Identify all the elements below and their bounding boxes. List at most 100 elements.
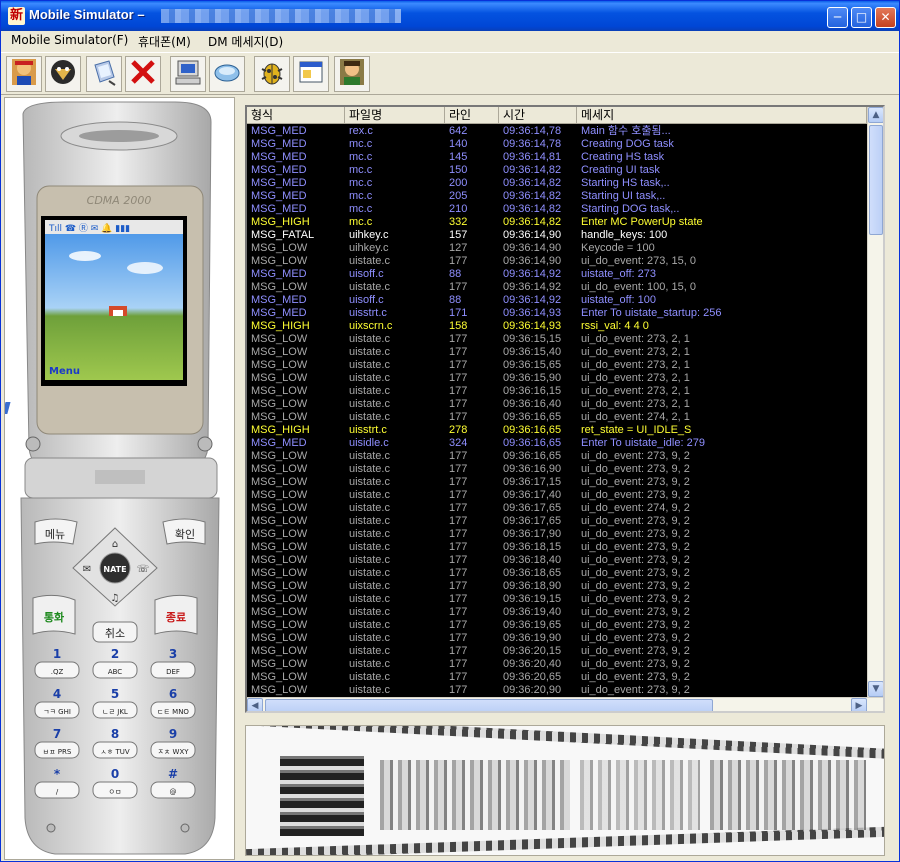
- scroll-left-icon[interactable]: ◀: [247, 698, 263, 711]
- column-type[interactable]: 형식: [247, 107, 345, 124]
- log-row[interactable]: MSG_MED uisstrt.c 171 09:36:14,93 Enter To u…: [247, 307, 867, 320]
- ok-key[interactable]: 확인: [162, 518, 206, 545]
- bug-icon[interactable]: [254, 56, 290, 92]
- computer-icon[interactable]: [170, 56, 206, 92]
- log-row[interactable]: MSG_LOW uistate.c 177 09:36:19,90 ui_do_even…: [247, 632, 867, 645]
- scroll-right-icon[interactable]: ▶: [851, 698, 867, 711]
- log-row[interactable]: MSG_HIGH mc.c 332 09:36:14,82 Enter MC Power…: [247, 216, 867, 229]
- log-row[interactable]: MSG_LOW uistate.c 177 09:36:16,65 ui_do_even…: [247, 450, 867, 463]
- log-row[interactable]: MSG_LOW uistate.c 177 09:36:18,65 ui_do_even…: [247, 567, 867, 580]
- keypad-letters: ㄷㅌ MNO: [157, 708, 189, 716]
- log-type: MSG_MED: [251, 125, 307, 137]
- log-row[interactable]: MSG_LOW uistate.c 177 09:36:17,40 ui_do_even…: [247, 489, 867, 502]
- log-row[interactable]: MSG_LOW uistate.c 177 09:36:18,15 ui_do_even…: [247, 541, 867, 554]
- close-button[interactable]: ✕: [875, 7, 896, 28]
- menu-key[interactable]: 메뉴: [34, 518, 78, 545]
- log-row[interactable]: MSG_LOW uistate.c 177 09:36:17,90 ui_do_even…: [247, 528, 867, 541]
- end-key[interactable]: 종료: [154, 594, 198, 635]
- disk-icon[interactable]: [209, 56, 245, 92]
- log-row[interactable]: MSG_LOW uistate.c 177 09:36:16,40 ui_do_even…: [247, 398, 867, 411]
- log-message: ui_do_event: 273, 9, 2: [581, 554, 690, 566]
- phone-screen[interactable]: [45, 220, 183, 380]
- log-message: Starting UI task,..: [581, 190, 666, 202]
- log-row[interactable]: MSG_LOW uistate.c 177 09:36:14,90 ui_do_even…: [247, 255, 867, 268]
- character-icon[interactable]: [334, 56, 370, 92]
- menu-phone[interactable]: 휴대폰(M): [138, 33, 191, 50]
- log-row[interactable]: MSG_LOW uistate.c 177 09:36:20,40 ui_do_even…: [247, 658, 867, 671]
- log-row[interactable]: MSG_LOW uistate.c 177 09:36:19,15 ui_do_even…: [247, 593, 867, 606]
- clear-key[interactable]: 취소: [92, 621, 138, 643]
- column-line[interactable]: 라인: [445, 107, 499, 124]
- nate-key[interactable]: NATE: [99, 552, 131, 584]
- log-row[interactable]: MSG_LOW uistate.c 177 09:36:20,90 ui_do_even…: [247, 684, 867, 697]
- log-type: MSG_HIGH: [251, 216, 310, 228]
- log-row[interactable]: MSG_LOW uistate.c 177 09:36:18,40 ui_do_even…: [247, 554, 867, 567]
- log-row[interactable]: MSG_LOW uistate.c 177 09:36:20,15 ui_do_even…: [247, 645, 867, 658]
- scroll-down-icon[interactable]: ▼: [868, 681, 883, 697]
- log-row[interactable]: MSG_MED uisidle.c 324 09:36:16,65 Enter To u…: [247, 437, 867, 450]
- log-message: Starting DOG task,..: [581, 203, 680, 215]
- log-file: uistate.c: [349, 333, 390, 345]
- log-row[interactable]: MSG_LOW uistate.c 177 09:36:17,65 ui_do_even…: [247, 515, 867, 528]
- log-file: uistate.c: [349, 359, 390, 371]
- scroll-up-icon[interactable]: ▲: [868, 107, 883, 123]
- log-row[interactable]: MSG_MED mc.c 150 09:36:14,82 Creating UI tas…: [247, 164, 867, 177]
- log-row[interactable]: MSG_LOW uihkey.c 127 09:36:14,90 Keycode = 1…: [247, 242, 867, 255]
- horizontal-scrollbar[interactable]: ◀ ▶: [247, 697, 883, 711]
- log-row[interactable]: MSG_LOW uistate.c 177 09:36:15,90 ui_do_even…: [247, 372, 867, 385]
- log-row[interactable]: MSG_MED uisoff.c 88 09:36:14,92 uistate_off:…: [247, 268, 867, 281]
- vertical-scrollbar[interactable]: ▲ ▼: [867, 107, 883, 697]
- log-type: MSG_LOW: [251, 593, 308, 605]
- log-row[interactable]: MSG_LOW uistate.c 177 09:36:15,65 ui_do_even…: [247, 359, 867, 372]
- menu-dm-message[interactable]: DM 메세지(D): [208, 33, 283, 50]
- vertical-scroll-thumb[interactable]: [869, 125, 883, 235]
- log-line: 177: [449, 606, 468, 618]
- log-file: uistate.c: [349, 541, 390, 553]
- status-icons: Tıll ☎ Ⓡ ✉ 🔔 ▮▮▮: [48, 223, 130, 234]
- title-bar[interactable]: 新 Mobile Simulator – ─ □ ✕: [1, 1, 899, 31]
- log-row[interactable]: MSG_LOW uistate.c 177 09:36:18,90 ui_do_even…: [247, 580, 867, 593]
- log-row[interactable]: MSG_LOW uistate.c 177 09:36:19,40 ui_do_even…: [247, 606, 867, 619]
- log-row[interactable]: MSG_HIGH uisstrt.c 278 09:36:16,65 ret_state…: [247, 424, 867, 437]
- log-file: uistate.c: [349, 619, 390, 631]
- log-file: uihkey.c: [349, 242, 389, 254]
- log-row[interactable]: MSG_MED mc.c 205 09:36:14,82 Starting UI tas…: [247, 190, 867, 203]
- log-type: MSG_LOW: [251, 619, 308, 631]
- log-row[interactable]: MSG_MED mc.c 145 09:36:14,81 Creating HS tas…: [247, 151, 867, 164]
- log-row[interactable]: MSG_FATAL uihkey.c 157 09:36:14,90 handle_ke…: [247, 229, 867, 242]
- send-key[interactable]: 통화: [32, 594, 76, 635]
- log-row[interactable]: MSG_MED mc.c 140 09:36:14,78 Creating DOG ta…: [247, 138, 867, 151]
- log-time: 09:36:20,90: [503, 684, 562, 696]
- log-row[interactable]: MSG_MED mc.c 210 09:36:14,82 Starting DOG ta…: [247, 203, 867, 216]
- column-file[interactable]: 파일명: [345, 107, 445, 124]
- log-row[interactable]: MSG_LOW uistate.c 177 09:36:19,65 ui_do_even…: [247, 619, 867, 632]
- mask-icon[interactable]: [45, 56, 81, 92]
- log-row[interactable]: MSG_LOW uistate.c 177 09:36:17,15 ui_do_even…: [247, 476, 867, 489]
- log-row[interactable]: MSG_MED rex.c 642 09:36:14,78 Main 함수 호출됨...: [247, 125, 867, 138]
- log-row[interactable]: MSG_LOW uistate.c 177 09:36:17,65 ui_do_even…: [247, 502, 867, 515]
- fighter-icon[interactable]: [6, 56, 42, 92]
- svg-text:⌂: ⌂: [112, 539, 118, 550]
- pda-icon[interactable]: [86, 56, 122, 92]
- maximize-button[interactable]: □: [851, 7, 872, 28]
- menu-mobile-simulator[interactable]: Mobile Simulator(F): [11, 33, 128, 47]
- log-row[interactable]: MSG_LOW uistate.c 177 09:36:15,15 ui_do_even…: [247, 333, 867, 346]
- window-icon[interactable]: [293, 56, 329, 92]
- log-file: uisoff.c: [349, 268, 384, 280]
- log-row[interactable]: MSG_LOW uistate.c 177 09:36:16,15 ui_do_even…: [247, 385, 867, 398]
- horizontal-scroll-thumb[interactable]: [265, 699, 713, 711]
- log-row[interactable]: MSG_HIGH uixscrn.c 158 09:36:14,93 rssi_val:…: [247, 320, 867, 333]
- log-row[interactable]: MSG_LOW uistate.c 177 09:36:16,65 ui_do_even…: [247, 411, 867, 424]
- log-row[interactable]: MSG_LOW uistate.c 177 09:36:20,65 ui_do_even…: [247, 671, 867, 684]
- log-file: uistate.c: [349, 255, 390, 267]
- log-row[interactable]: MSG_LOW uistate.c 177 09:36:14,92 ui_do_even…: [247, 281, 867, 294]
- log-row[interactable]: MSG_LOW uistate.c 177 09:36:15,40 ui_do_even…: [247, 346, 867, 359]
- column-message[interactable]: 메세지: [577, 107, 867, 124]
- minimize-button[interactable]: ─: [827, 7, 848, 28]
- log-row[interactable]: MSG_MED uisoff.c 88 09:36:14,92 uistate_off:…: [247, 294, 867, 307]
- log-row[interactable]: MSG_MED mc.c 200 09:36:14,82 Starting HS tas…: [247, 177, 867, 190]
- delete-x-icon[interactable]: [125, 56, 161, 92]
- column-time[interactable]: 시간: [499, 107, 577, 124]
- log-row[interactable]: MSG_LOW uistate.c 177 09:36:16,90 ui_do_even…: [247, 463, 867, 476]
- log-view[interactable]: 형식 파일명 라인 시간 메세지 MSG_MED rex.c 642 09:36:14…: [245, 105, 885, 713]
